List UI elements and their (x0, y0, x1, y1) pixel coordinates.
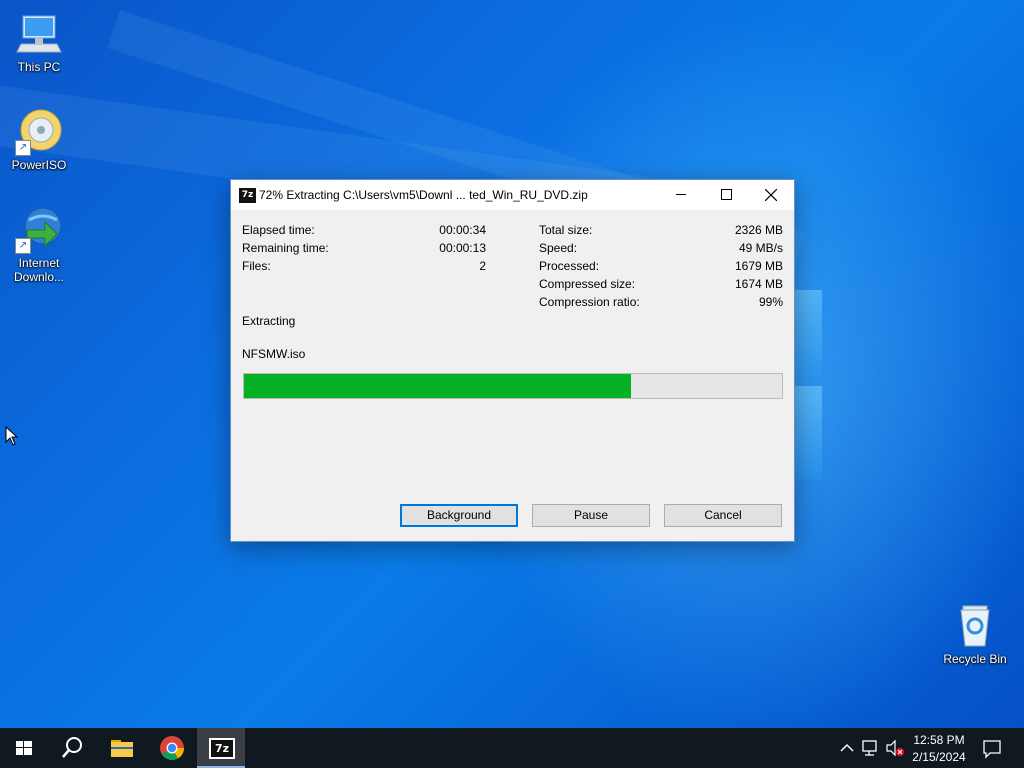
extraction-progress-bar (243, 373, 783, 399)
search-button[interactable] (48, 728, 96, 768)
7zip-icon: 7z (209, 738, 235, 759)
pause-button[interactable]: Pause (532, 504, 650, 527)
compression-ratio-value: 99% (758, 295, 783, 309)
remaining-time-value: 00:00:13 (439, 241, 486, 255)
total-size-value: 2326 MB (734, 223, 783, 237)
background-button[interactable]: Background (400, 504, 518, 527)
remaining-time-label: Remaining time: (242, 241, 329, 255)
compressed-size-value: 1674 MB (734, 277, 783, 291)
progress-bar-fill (244, 374, 632, 398)
network-icon (862, 740, 877, 756)
desktop-icon-poweriso[interactable]: ↗ PowerISO (3, 108, 75, 172)
network-button[interactable] (860, 728, 882, 768)
close-button[interactable] (748, 180, 794, 210)
close-icon (765, 189, 777, 201)
processed-label: Processed: (539, 259, 600, 273)
taskbar-chrome[interactable] (148, 728, 196, 768)
poweriso-icon: ↗ (15, 108, 63, 156)
volume-button[interactable] (884, 728, 906, 768)
files-value: 2 (479, 259, 486, 273)
start-button[interactable] (0, 728, 48, 768)
elapsed-time-label: Elapsed time: (242, 223, 315, 237)
show-hidden-icons-button[interactable] (836, 728, 858, 768)
desktop-icon-internet-download-manager[interactable]: ↗ Internet Downlo... (3, 206, 75, 284)
clock-date[interactable]: 2/15/2024 (906, 750, 972, 764)
processed-value: 1679 MB (734, 259, 783, 273)
recycle-bin-icon (951, 602, 999, 650)
status-text: Extracting (242, 314, 296, 328)
file-explorer-icon (111, 740, 133, 757)
desktop-icon-label: PowerISO (11, 158, 67, 172)
action-center-button[interactable] (976, 728, 1008, 768)
cancel-button[interactable]: Cancel (664, 504, 782, 527)
files-label: Files: (242, 259, 271, 273)
desktop-icon-label: This PC (17, 60, 61, 74)
speed-value: 49 MB/s (738, 241, 783, 255)
taskbar-file-explorer[interactable] (98, 728, 146, 768)
desktop-icon-recycle-bin[interactable]: Recycle Bin (939, 602, 1011, 666)
windows-start-icon (16, 741, 32, 755)
compression-ratio-label: Compression ratio: (539, 295, 640, 309)
desktop-icon-label: Internet Downlo... (13, 256, 65, 284)
desktop-icon-label: Recycle Bin (943, 652, 1007, 666)
shortcut-arrow-icon: ↗ (15, 140, 31, 156)
clock-time[interactable]: 12:58 PM (906, 733, 972, 747)
7zip-app-icon: 7z (239, 188, 256, 203)
window-title: 72% Extracting C:\Users\vm5\Downl ... te… (259, 188, 588, 202)
computer-icon (15, 10, 63, 58)
chrome-icon (160, 736, 184, 761)
shortcut-arrow-icon: ↗ (15, 238, 31, 254)
elapsed-time-value: 00:00:34 (439, 223, 486, 237)
volume-muted-icon (886, 739, 904, 757)
minimize-button[interactable] (658, 180, 704, 210)
extraction-progress-window[interactable]: 7z 72% Extracting C:\Users\vm5\Downl ...… (230, 179, 795, 542)
internet-download-manager-icon: ↗ (15, 206, 63, 254)
chevron-up-icon (840, 743, 854, 752)
taskbar[interactable]: 7z 12:58 PM 2/15/2024 (0, 728, 1024, 768)
window-titlebar[interactable]: 7z 72% Extracting C:\Users\vm5\Downl ...… (231, 180, 794, 210)
total-size-label: Total size: (539, 223, 593, 237)
mouse-pointer-icon (5, 426, 19, 446)
maximize-button[interactable] (703, 180, 749, 210)
current-file-name: NFSMW.iso (242, 347, 306, 361)
compressed-size-label: Compressed size: (539, 277, 636, 291)
search-icon (62, 737, 82, 758)
desktop-icon-this-pc[interactable]: This PC (3, 10, 75, 74)
taskbar-7zip[interactable]: 7z (197, 728, 245, 768)
notification-icon (983, 740, 1001, 759)
speed-label: Speed: (539, 241, 578, 255)
